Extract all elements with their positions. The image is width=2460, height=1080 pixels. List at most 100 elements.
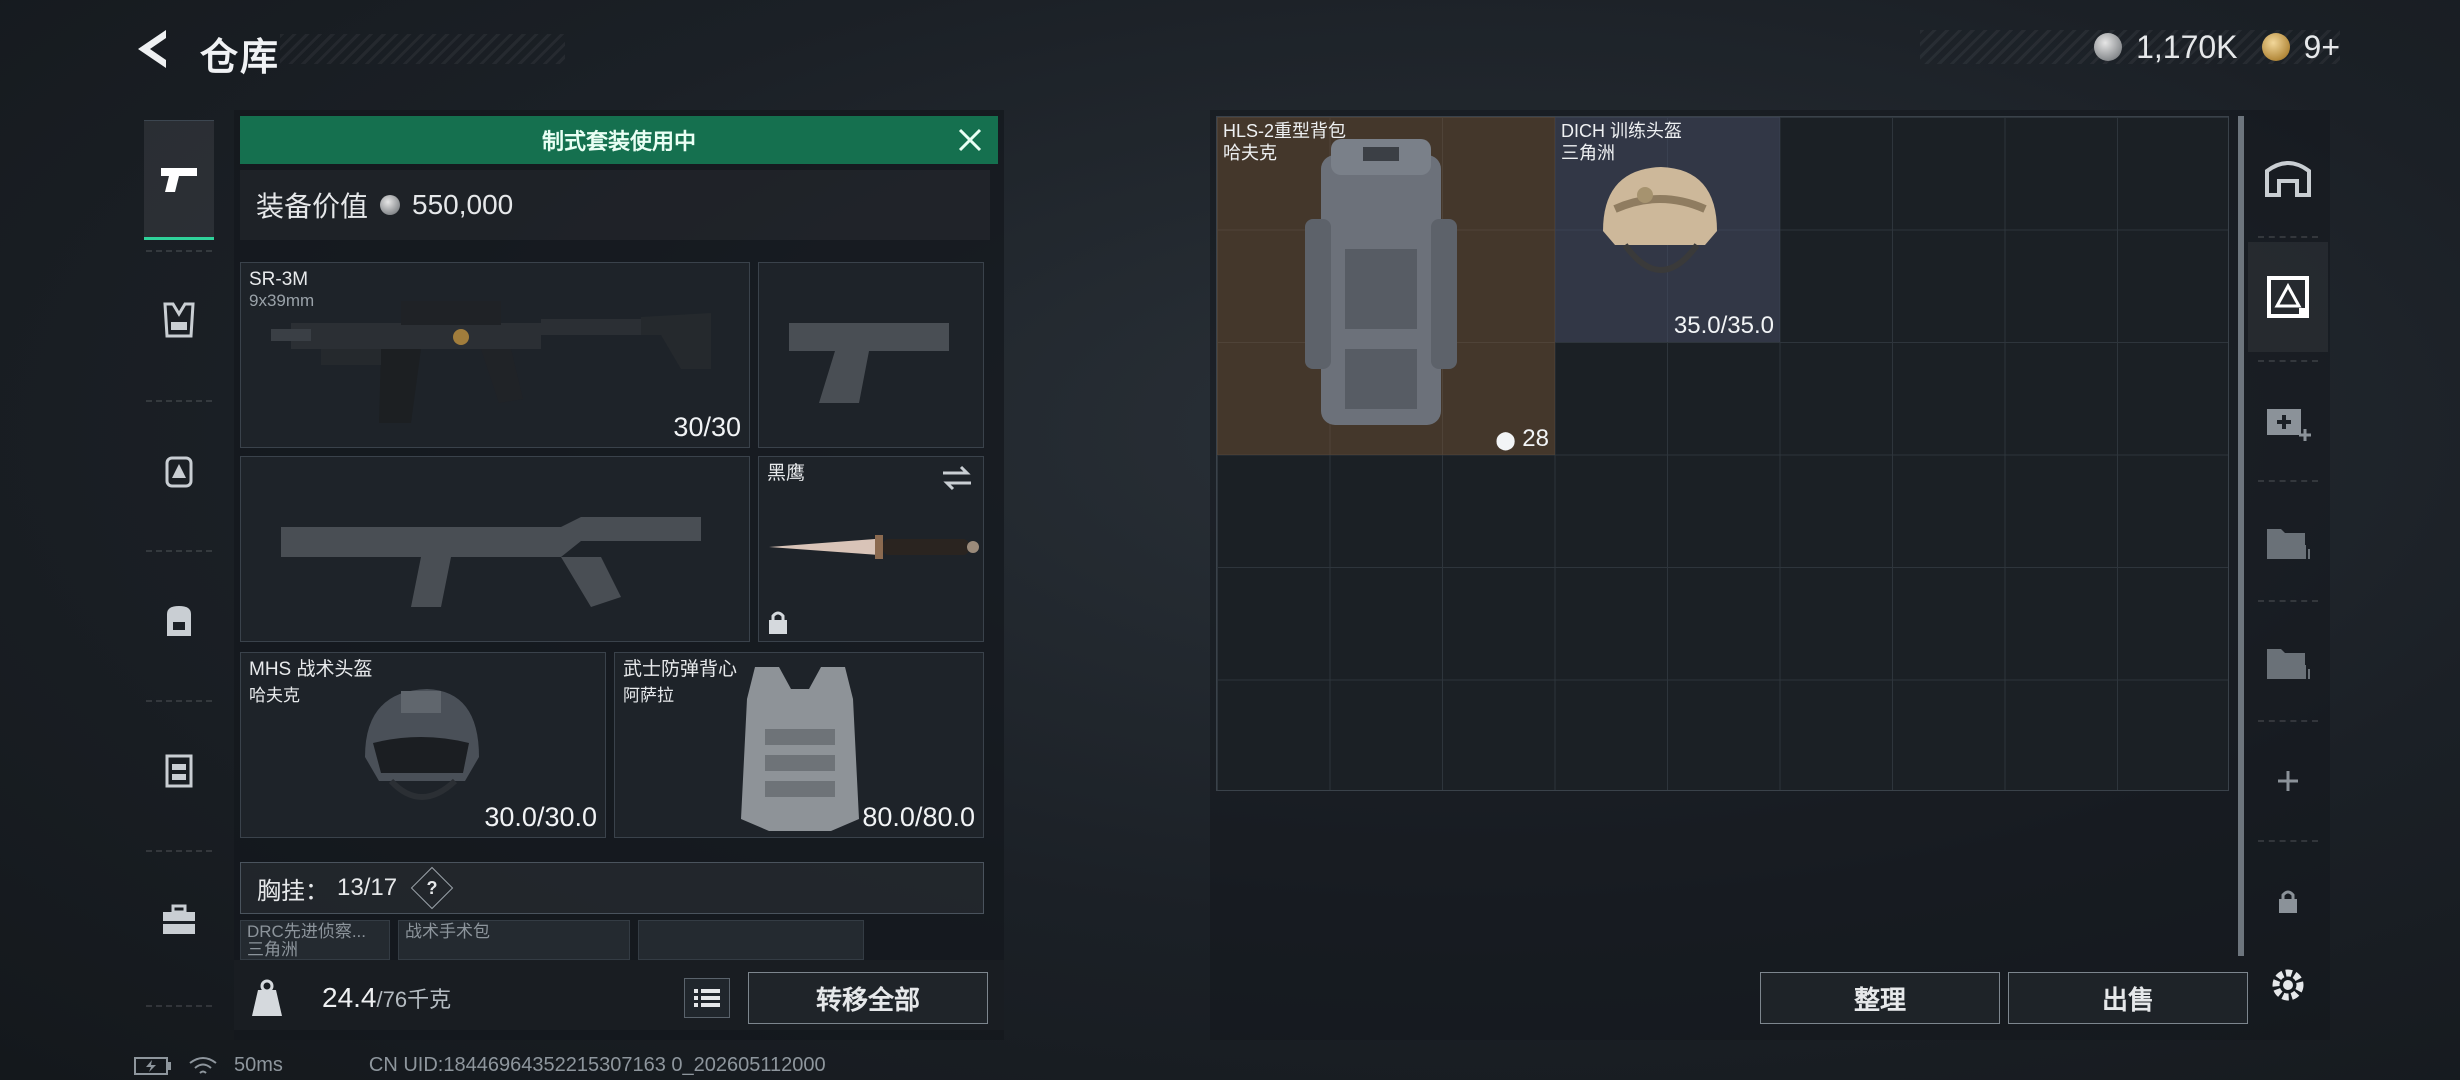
pistol-icon — [161, 168, 197, 192]
weight-readout: 24.4/76千克 — [322, 982, 451, 1014]
armor-origin: 阿萨拉 — [623, 686, 674, 705]
storage-item-helmet[interactable]: DICH 训练头盔 三角洲 35.0/35.0 — [1555, 117, 1780, 342]
plus-icon — [2278, 771, 2298, 791]
storage-item-backpack[interactable]: HLS-2重型背包 哈夫克 ⬤ 28 — [1217, 117, 1555, 455]
item-quantity: ⬤ 28 — [1495, 425, 1549, 452]
add-tab-button[interactable] — [2248, 726, 2328, 836]
knife-icon — [769, 535, 979, 559]
tab-safehouse[interactable] — [2248, 120, 2328, 230]
category-rail — [132, 110, 226, 1010]
gold-coin-icon — [2261, 33, 2290, 61]
helmet-durability: 30.0/30.0 — [484, 802, 597, 832]
page-title: 仓库 — [200, 37, 281, 79]
armor-durability: 80.0/80.0 — [862, 802, 975, 832]
title-decoration — [280, 34, 565, 64]
chest-rig-icon — [163, 302, 195, 338]
primary-weapon-slot[interactable]: SR-3M 9x39mm 30/30 — [240, 262, 750, 448]
gold-balance: 9+ — [2303, 28, 2340, 65]
tactical-helmet-icon — [365, 689, 479, 800]
transfer-all-button[interactable]: 转移全部 — [748, 972, 988, 1024]
wifi-icon — [189, 1056, 217, 1074]
secondary-weapon-slot[interactable] — [240, 456, 750, 642]
lock-icon — [769, 611, 787, 634]
ping-readout: 50ms — [234, 1054, 283, 1076]
close-icon[interactable] — [954, 124, 986, 156]
tab-storage-active[interactable] — [2248, 242, 2328, 352]
sidearm-slot[interactable] — [758, 262, 984, 448]
tab-add-container[interactable] — [2248, 366, 2328, 476]
item-origin: 哈夫克 — [1223, 143, 1277, 163]
melee-slot[interactable]: 黑鹰 — [758, 456, 984, 642]
backpack-icon — [1305, 139, 1457, 425]
rail-bags[interactable] — [144, 560, 214, 680]
melee-name: 黑鹰 — [767, 463, 806, 484]
item-name: DICH 训练头盔 — [1561, 121, 1682, 141]
folder-expansion-icon — [2267, 529, 2310, 559]
item-durability: 35.0/35.0 — [1673, 312, 1774, 339]
rifle-placeholder-icon — [281, 517, 701, 607]
back-arrow-icon[interactable] — [132, 26, 174, 72]
folder-expansion-icon — [2267, 649, 2310, 679]
storage-scrollbar[interactable] — [2238, 116, 2244, 956]
pouch-slot[interactable]: 战术手术包 — [398, 920, 630, 960]
rail-container[interactable] — [144, 710, 214, 830]
sell-button[interactable]: 出售 — [2008, 972, 2248, 1024]
weight-icon — [252, 979, 282, 1016]
help-button[interactable]: ? — [410, 866, 454, 910]
pouch-origin: 三角洲 — [247, 940, 298, 959]
pouch-slot[interactable]: DRC先进侦察... 三角洲 — [240, 920, 390, 960]
storage-tabs-rail — [2248, 110, 2328, 1040]
equipment-value-label: 装备价值 — [256, 191, 369, 222]
help-icon: ? — [426, 877, 438, 898]
lock-icon — [2279, 890, 2297, 913]
helmet-slot[interactable]: MHS 战术头盔 哈夫克 30.0/30.0 — [240, 652, 606, 838]
helmet-origin: 哈夫克 — [249, 686, 300, 705]
pouch-slot-empty[interactable] — [638, 920, 864, 960]
container-icon — [165, 754, 193, 788]
rifle-icon — [271, 301, 711, 423]
silver-coin-icon — [380, 195, 401, 215]
kit-banner-text: 制式套装使用中 — [541, 129, 696, 154]
currency-bar[interactable]: 1,170K 9+ — [2094, 28, 2340, 65]
armor-name: 武士防弹背心 — [623, 659, 738, 680]
bag-icon — [167, 606, 191, 636]
pouch-name: 战术手术包 — [405, 922, 490, 941]
status-bar: 50ms CN UID:18446964352215307163 0_20260… — [134, 1054, 826, 1077]
chest-rig-count: 13/17 — [337, 874, 398, 901]
weight-max: /76千克 — [376, 987, 452, 1012]
item-count: 28 — [1522, 425, 1549, 452]
silver-balance: 1,170K — [2136, 28, 2238, 65]
rail-weapons[interactable] — [144, 120, 214, 240]
safehouse-icon — [2265, 161, 2311, 197]
storage-grid[interactable]: HLS-2重型背包 哈夫克 ⬤ 28 DICH 训练头盔 三角洲 35.0/35… — [1216, 116, 2229, 791]
kit-in-use-banner: 制式套装使用中 — [240, 116, 998, 164]
chest-rig-label: 胸挂： — [257, 877, 329, 905]
medkit-plus-icon — [2267, 409, 2311, 441]
backpack-delta-icon — [165, 456, 193, 488]
tab-extension-2[interactable] — [2248, 606, 2328, 716]
list-icon — [694, 989, 720, 1007]
rail-toolbox[interactable] — [144, 860, 214, 980]
user-uid: CN UID:18446964352215307163 0_2026051120… — [368, 1054, 826, 1076]
tab-extension-1[interactable] — [2248, 486, 2328, 596]
armor-slot[interactable]: 武士防弹背心 阿萨拉 80.0/80.0 — [614, 652, 984, 838]
battery-icon — [134, 1056, 171, 1075]
chest-rig-row[interactable]: 胸挂： 13/17 ? — [240, 862, 984, 914]
training-helmet-icon — [1603, 167, 1717, 273]
toolbox-icon — [163, 904, 195, 934]
settings-button[interactable] — [2248, 930, 2328, 1040]
rail-backpack[interactable] — [144, 410, 214, 530]
sort-button[interactable]: 整理 — [1760, 972, 2000, 1024]
list-view-button[interactable] — [684, 978, 730, 1018]
equipment-value-row: 装备价值 550,000 — [240, 170, 990, 240]
storage-crate-icon — [2267, 276, 2309, 318]
body-armor-icon — [741, 667, 859, 831]
pistol-placeholder-icon — [789, 323, 949, 403]
weapon-ammo-count: 30/30 — [673, 412, 741, 442]
rail-chest-rig[interactable] — [144, 260, 214, 380]
equipment-value: 550,000 — [412, 189, 514, 220]
weight-current: 24.4 — [322, 982, 377, 1013]
swap-icon[interactable] — [941, 465, 973, 491]
silver-coin-icon — [2094, 33, 2123, 61]
gear-icon — [2272, 969, 2304, 1001]
